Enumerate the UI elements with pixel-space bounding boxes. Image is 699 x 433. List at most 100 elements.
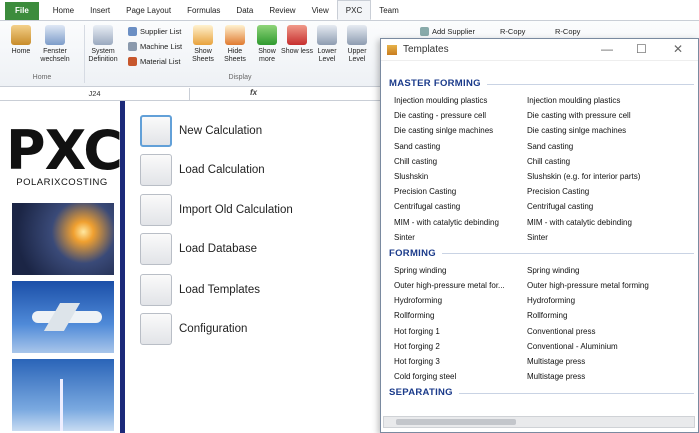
template-description[interactable]: Sand casting bbox=[527, 139, 692, 154]
template-description[interactable]: Hydroforming bbox=[527, 293, 692, 308]
maximize-icon[interactable]: ☐ bbox=[636, 42, 647, 56]
template-description[interactable]: Multistage press bbox=[527, 369, 692, 384]
button-square[interactable] bbox=[140, 115, 172, 147]
button-square[interactable] bbox=[140, 194, 172, 226]
template-name[interactable]: Precision Casting bbox=[394, 184, 527, 199]
template-description[interactable]: Centrifugal casting bbox=[527, 199, 692, 214]
new-calculation-button[interactable]: New Calculation bbox=[140, 115, 262, 147]
tab-file[interactable]: File bbox=[5, 2, 39, 20]
button-square[interactable] bbox=[140, 233, 172, 265]
template-description[interactable]: Conventional - Aluminium bbox=[527, 339, 692, 354]
category-rule bbox=[458, 392, 694, 394]
tab-page-layout[interactable]: Page Layout bbox=[118, 2, 179, 20]
template-row[interactable]: Centrifugal casting Centrifugal casting bbox=[389, 199, 694, 214]
button-square[interactable] bbox=[140, 154, 172, 186]
upper-level-button[interactable]: Upper Level bbox=[340, 25, 374, 64]
load-calculation-button[interactable]: Load Calculation bbox=[140, 154, 265, 186]
lower-level-button[interactable]: Lower Level bbox=[310, 25, 344, 64]
fx-icon[interactable]: fx bbox=[250, 88, 257, 97]
home-button[interactable]: Home bbox=[4, 25, 38, 56]
template-name[interactable]: Hydroforming bbox=[394, 293, 527, 308]
template-name[interactable]: Rollforming bbox=[394, 308, 527, 323]
name-box[interactable]: J24 bbox=[0, 88, 190, 100]
tab-pxc[interactable]: PXC bbox=[336, 0, 372, 20]
template-description[interactable]: Die casting with pressure cell bbox=[527, 108, 692, 123]
template-row[interactable]: Rollforming Rollforming bbox=[389, 308, 694, 323]
template-row[interactable]: Hydroforming Hydroforming bbox=[389, 293, 694, 308]
template-row[interactable]: Outer high-pressure metal for... Outer hi… bbox=[389, 278, 694, 293]
template-row[interactable]: Hot forging 2 Conventional - Aluminium bbox=[389, 339, 694, 354]
template-name[interactable]: Outer high-pressure metal for... bbox=[394, 278, 527, 293]
template-row[interactable]: Hot forging 3 Multistage press bbox=[389, 354, 694, 369]
template-description[interactable]: Injection moulding plastics bbox=[527, 93, 692, 108]
template-name[interactable]: Hot forging 2 bbox=[394, 339, 527, 354]
template-row[interactable]: MIM - with catalytic debinding MIM - with… bbox=[389, 215, 694, 230]
material-list-button[interactable]: Material List bbox=[128, 57, 180, 66]
machine-list-button[interactable]: Machine List bbox=[128, 42, 182, 51]
load-templates-button[interactable]: Load Templates bbox=[140, 274, 260, 306]
show-more-button[interactable]: Show more bbox=[250, 25, 284, 64]
template-name[interactable]: Cold forging steel bbox=[394, 369, 527, 384]
tab-formulas[interactable]: Formulas bbox=[179, 2, 228, 20]
template-row[interactable]: Die casting sinlge machines Die casting s… bbox=[389, 123, 694, 138]
template-description[interactable]: Sinter bbox=[527, 230, 692, 245]
r-copy-button[interactable]: R-Copy bbox=[500, 27, 525, 36]
template-row[interactable]: Die casting - pressure cell Die casting w… bbox=[389, 108, 694, 123]
template-row[interactable]: Sand casting Sand casting bbox=[389, 139, 694, 154]
template-name[interactable]: Spring winding bbox=[394, 263, 527, 278]
template-row[interactable]: Hot forging 1 Conventional press bbox=[389, 324, 694, 339]
button-square[interactable] bbox=[140, 274, 172, 306]
hide-sheets-button[interactable]: Hide Sheets bbox=[218, 25, 252, 64]
template-description[interactable]: Outer high-pressure metal forming bbox=[527, 278, 692, 293]
template-name[interactable]: MIM - with catalytic debinding bbox=[394, 215, 527, 230]
tab-insert[interactable]: Insert bbox=[82, 2, 118, 20]
r-copy-button-2[interactable]: R-Copy bbox=[555, 27, 580, 36]
template-name[interactable]: Die casting sinlge machines bbox=[394, 123, 527, 138]
template-name[interactable]: Die casting - pressure cell bbox=[394, 108, 527, 123]
configuration-button[interactable]: Configuration bbox=[140, 313, 247, 345]
template-name[interactable]: Sand casting bbox=[394, 139, 527, 154]
system-definition-button[interactable]: System Definition bbox=[86, 25, 120, 64]
tab-home[interactable]: Home bbox=[45, 2, 82, 20]
button-square[interactable] bbox=[140, 313, 172, 345]
template-name[interactable]: Sinter bbox=[394, 230, 527, 245]
add-supplier-button[interactable]: Add Supplier bbox=[420, 27, 475, 36]
template-description[interactable]: Die casting sinlge machines bbox=[527, 123, 692, 138]
window-switch-button[interactable]: Fenster wechseln bbox=[38, 25, 72, 64]
close-icon[interactable]: ✕ bbox=[673, 42, 683, 56]
tab-review[interactable]: Review bbox=[261, 2, 303, 20]
template-description[interactable]: Rollforming bbox=[527, 308, 692, 323]
tab-view[interactable]: View bbox=[304, 2, 337, 20]
template-name[interactable]: Centrifugal casting bbox=[394, 199, 527, 214]
tab-data[interactable]: Data bbox=[228, 2, 261, 20]
template-row[interactable]: Sinter Sinter bbox=[389, 230, 694, 245]
template-row[interactable]: Injection moulding plastics Injection mou… bbox=[389, 93, 694, 108]
template-row[interactable]: Spring winding Spring winding bbox=[389, 263, 694, 278]
template-name[interactable]: Slushskin bbox=[394, 169, 527, 184]
template-name[interactable]: Hot forging 3 bbox=[394, 354, 527, 369]
minimize-icon[interactable]: — bbox=[601, 42, 613, 56]
template-description[interactable]: Precision Casting bbox=[527, 184, 692, 199]
template-description[interactable]: Conventional press bbox=[527, 324, 692, 339]
template-description[interactable]: Multistage press bbox=[527, 354, 692, 369]
template-description[interactable]: MIM - with catalytic debinding bbox=[527, 215, 692, 230]
template-name[interactable]: Injection moulding plastics bbox=[394, 93, 527, 108]
horizontal-scrollbar[interactable] bbox=[383, 416, 695, 428]
template-name[interactable]: Chill casting bbox=[394, 154, 527, 169]
show-sheets-button[interactable]: Show Sheets bbox=[186, 25, 220, 64]
minus-icon bbox=[287, 25, 307, 45]
template-description[interactable]: Spring winding bbox=[527, 263, 692, 278]
template-row[interactable]: Cold forging steel Multistage press bbox=[389, 369, 694, 384]
template-row[interactable]: Slushskin Slushskin (e.g. for interior pa… bbox=[389, 169, 694, 184]
load-database-button[interactable]: Load Database bbox=[140, 233, 257, 265]
import-old-calculation-button[interactable]: Import Old Calculation bbox=[140, 194, 293, 226]
template-description[interactable]: Chill casting bbox=[527, 154, 692, 169]
template-row[interactable]: Precision Casting Precision Casting bbox=[389, 184, 694, 199]
template-row[interactable]: Chill casting Chill casting bbox=[389, 154, 694, 169]
show-less-button[interactable]: Show less bbox=[280, 25, 314, 56]
tab-team[interactable]: Team bbox=[371, 2, 407, 20]
scrollbar-thumb[interactable] bbox=[396, 419, 516, 425]
template-name[interactable]: Hot forging 1 bbox=[394, 324, 527, 339]
supplier-list-button[interactable]: Supplier List bbox=[128, 27, 181, 36]
template-description[interactable]: Slushskin (e.g. for interior parts) bbox=[527, 169, 692, 184]
